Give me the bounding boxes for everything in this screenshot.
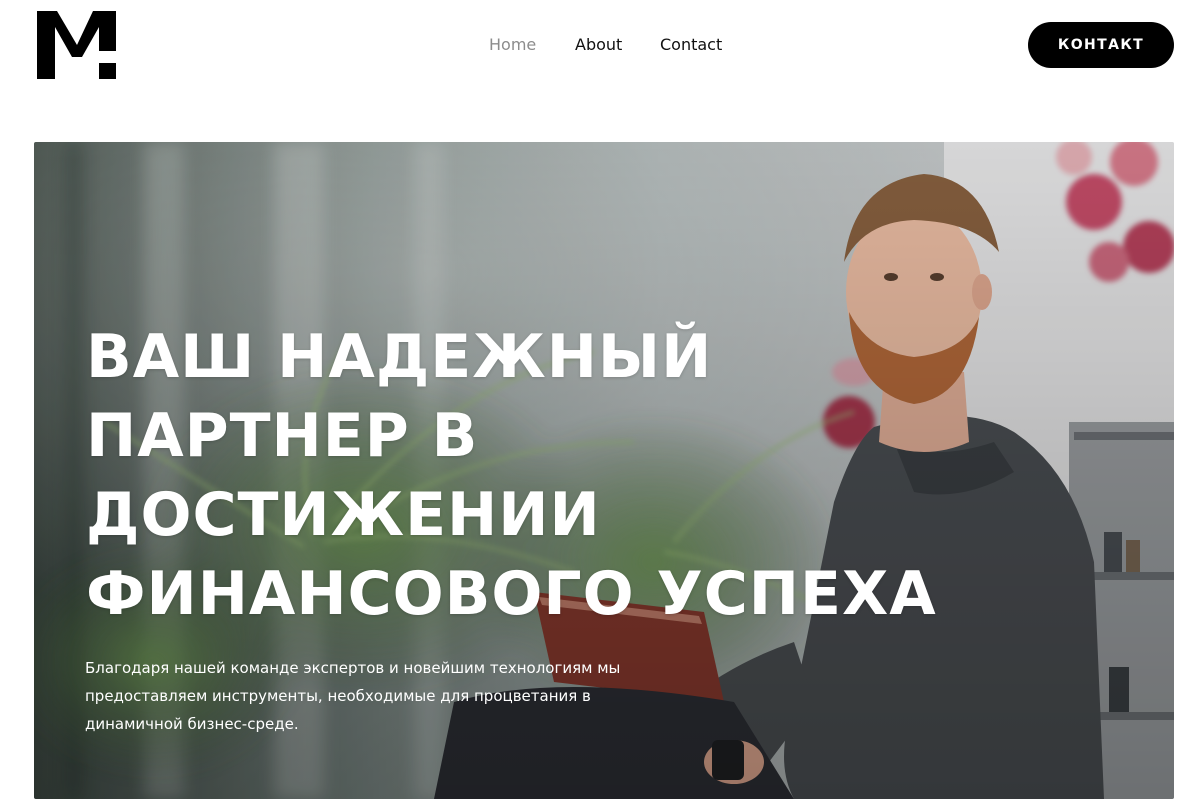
hero-title-line: ВАШ НАДЕЖНЫЙ [86, 322, 713, 392]
hero-title-line: ФИНАНСОВОГО УСПЕХА [86, 559, 937, 629]
nav-home[interactable]: Home [489, 33, 536, 57]
hero-banner: ВАШ НАДЕЖНЫЙ ПАРТНЕР В ДОСТИЖЕНИИ ФИНАНС… [34, 142, 1174, 799]
hero-subtitle: Благодаря нашей команде экспертов и нове… [85, 659, 621, 733]
contact-button[interactable]: КОНТАКТ [1028, 22, 1174, 68]
nav-contact[interactable]: Contact [660, 33, 722, 57]
hero-title-line: ДОСТИЖЕНИИ [86, 480, 601, 550]
hero-title: ВАШ НАДЕЖНЫЙ ПАРТНЕР В ДОСТИЖЕНИИ ФИНАНС… [86, 318, 1046, 634]
main-nav: Home About Contact [0, 33, 1197, 57]
nav-about[interactable]: About [575, 33, 622, 57]
hero-title-line: ПАРТНЕР В [86, 401, 479, 471]
